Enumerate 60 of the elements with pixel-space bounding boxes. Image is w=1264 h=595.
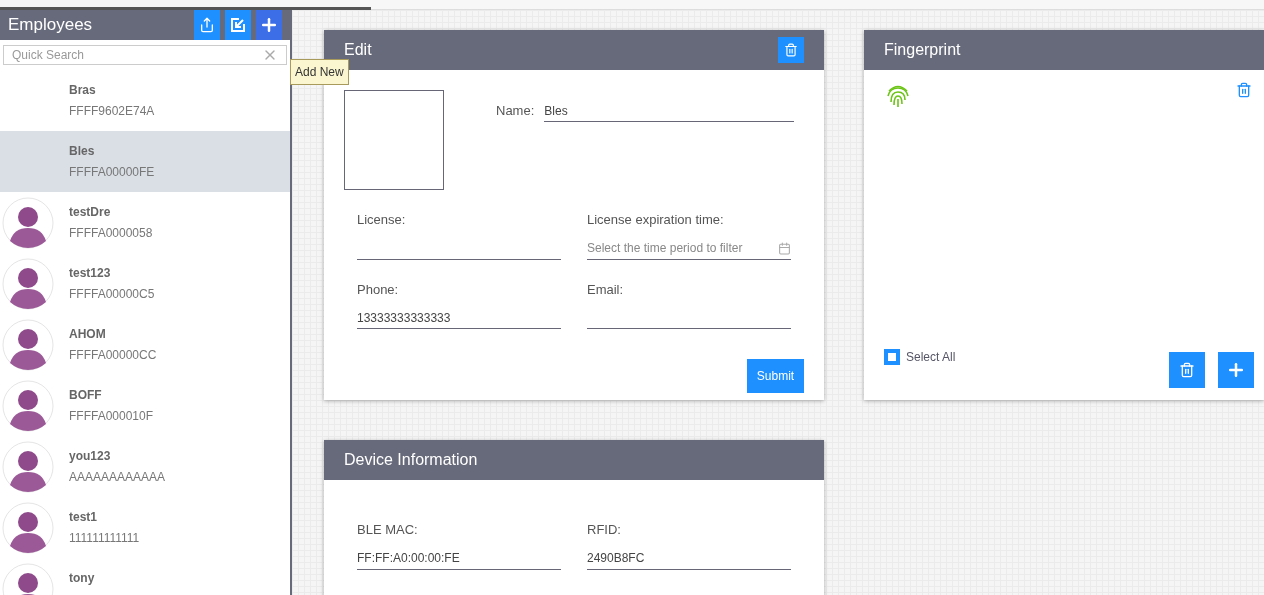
- employee-name: Bles: [69, 143, 96, 160]
- input-field[interactable]: 13333333333333: [357, 307, 561, 329]
- plus-icon: [259, 15, 279, 35]
- field-label: RFID:: [587, 521, 622, 539]
- employee-id: FFFF9602E74A: [69, 103, 155, 120]
- search-input[interactable]: Quick Search: [12, 46, 262, 64]
- submit-button[interactable]: Submit: [747, 359, 804, 393]
- field-label: BLE MAC:: [357, 521, 419, 539]
- field-value: FF:FF:A0:00:00:FE: [357, 550, 460, 567]
- employee-name: testDre: [69, 204, 112, 221]
- card-title: Edit: [344, 40, 372, 60]
- field-label: Phone:: [357, 280, 400, 299]
- select-all-label: Select All: [906, 349, 956, 366]
- field-value: 2490B8FC: [587, 550, 645, 567]
- field-value: 13333333333333: [357, 309, 451, 327]
- employee-id: FFFFA00000CC: [69, 347, 157, 364]
- share-icon: [199, 17, 215, 33]
- date-field[interactable]: Select the time period to filter: [587, 237, 791, 260]
- trash-icon: [784, 43, 798, 57]
- trash-icon[interactable]: [1236, 82, 1252, 98]
- delete-button[interactable]: [778, 37, 804, 63]
- employee-id: FFFFA000010F: [69, 408, 154, 425]
- search-field[interactable]: Quick Search: [3, 45, 287, 65]
- employee-name: BOFF: [69, 387, 103, 404]
- delete-button[interactable]: [1169, 352, 1205, 388]
- employee-id: 111111111111: [69, 530, 140, 547]
- photo-placeholder[interactable]: [344, 90, 444, 190]
- field-label: Email:: [587, 280, 625, 299]
- card-title: Fingerprint: [884, 40, 961, 60]
- employee-name: test123: [69, 265, 112, 282]
- input-field[interactable]: FF:FF:A0:00:00:FE: [357, 547, 561, 570]
- employee-id: AAAAAAAAAAAA: [69, 469, 166, 486]
- employee-name: Bras: [69, 82, 97, 99]
- add-new-button[interactable]: [256, 10, 282, 40]
- name-field[interactable]: Bles: [544, 100, 795, 122]
- employee-name: tony: [69, 570, 95, 587]
- card-title: Device Information: [344, 450, 478, 470]
- employee-item[interactable]: Bles FFFFA00000FE: [0, 131, 290, 192]
- date-placeholder: Select the time period to filter: [587, 240, 743, 257]
- field-value: Bles: [544, 102, 568, 120]
- field-label: License:: [357, 211, 407, 229]
- input-field[interactable]: 2490B8FC: [587, 547, 791, 570]
- add-button[interactable]: [1218, 352, 1254, 388]
- field-label: License expiration time:: [587, 211, 725, 229]
- employee-id: FFFFA00000C5: [69, 286, 155, 303]
- employee-name: you123: [69, 448, 112, 465]
- calendar-icon: [778, 241, 791, 255]
- employee-id: FFFFA0000058: [69, 225, 153, 242]
- import-icon: [230, 17, 246, 33]
- trash-icon: [1179, 362, 1195, 378]
- employee-name: test1: [69, 509, 98, 526]
- sidebar-title: Employees: [8, 14, 93, 37]
- employee-name: AHOM: [69, 326, 107, 343]
- tooltip: Add New: [290, 59, 349, 85]
- import-button[interactable]: [225, 10, 251, 40]
- employee-id: FFFFA00000FE: [69, 164, 155, 181]
- export-button[interactable]: [194, 10, 220, 40]
- plus-icon: [1226, 360, 1246, 380]
- select-all-checkbox[interactable]: [884, 349, 900, 365]
- field-label: Name:: [496, 102, 535, 121]
